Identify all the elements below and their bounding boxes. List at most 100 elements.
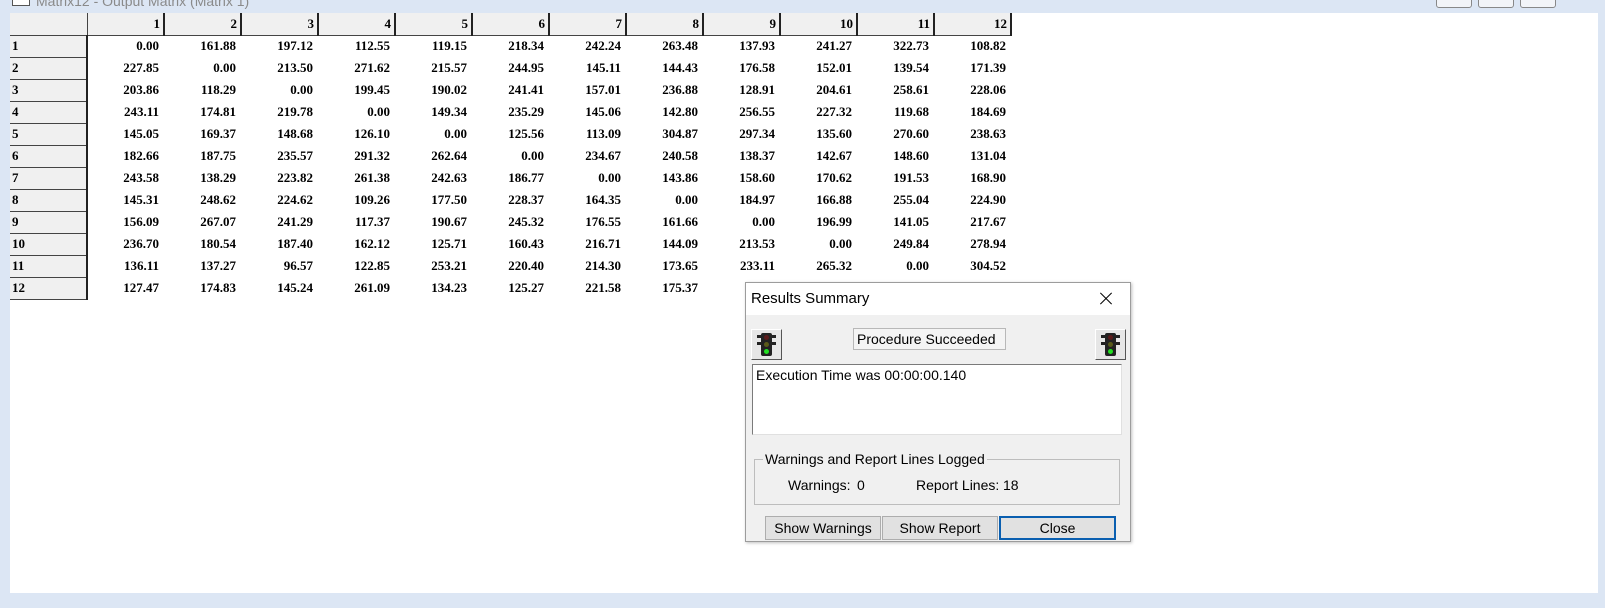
matrix-cell[interactable]: 265.32: [780, 255, 857, 277]
matrix-cell[interactable]: 218.34: [472, 35, 549, 57]
matrix-cell[interactable]: 184.69: [934, 101, 1011, 123]
matrix-cell[interactable]: 197.12: [241, 35, 318, 57]
matrix-cell[interactable]: 0.00: [395, 123, 472, 145]
matrix-cell[interactable]: 0.00: [780, 233, 857, 255]
close-button[interactable]: Close: [999, 516, 1116, 540]
matrix-cell[interactable]: 113.09: [549, 123, 626, 145]
matrix-cell[interactable]: 142.67: [780, 145, 857, 167]
matrix-cell[interactable]: 253.21: [395, 255, 472, 277]
matrix-cell[interactable]: 166.88: [780, 189, 857, 211]
matrix-cell[interactable]: 158.60: [703, 167, 780, 189]
matrix-cell[interactable]: 297.34: [703, 123, 780, 145]
matrix-cell[interactable]: 190.02: [395, 79, 472, 101]
matrix-cell[interactable]: 248.62: [164, 189, 241, 211]
matrix-cell[interactable]: 304.52: [934, 255, 1011, 277]
matrix-cell[interactable]: 156.09: [87, 211, 164, 233]
row-header[interactable]: 4: [10, 101, 88, 124]
matrix-cell[interactable]: 304.87: [626, 123, 703, 145]
matrix-cell[interactable]: 267.07: [164, 211, 241, 233]
matrix-cell[interactable]: 215.57: [395, 57, 472, 79]
matrix-cell[interactable]: 261.38: [318, 167, 395, 189]
window-close-button[interactable]: [1520, 0, 1556, 8]
matrix-cell[interactable]: 238.63: [934, 123, 1011, 145]
matrix-cell[interactable]: 0.00: [703, 211, 780, 233]
matrix-cell[interactable]: 180.54: [164, 233, 241, 255]
matrix-cell[interactable]: 203.86: [87, 79, 164, 101]
matrix-cell[interactable]: 243.11: [87, 101, 164, 123]
matrix-cell[interactable]: 221.58: [549, 277, 626, 299]
matrix-cell[interactable]: 0.00: [626, 189, 703, 211]
row-header[interactable]: 6: [10, 145, 88, 168]
matrix-cell[interactable]: 127.47: [87, 277, 164, 299]
matrix-cell[interactable]: 243.58: [87, 167, 164, 189]
matrix-cell[interactable]: 242.24: [549, 35, 626, 57]
matrix-cell[interactable]: 236.70: [87, 233, 164, 255]
matrix-cell[interactable]: 145.24: [241, 277, 318, 299]
matrix-cell[interactable]: 244.95: [472, 57, 549, 79]
maximize-button[interactable]: [1478, 0, 1514, 8]
matrix-cell[interactable]: 145.05: [87, 123, 164, 145]
matrix-cell[interactable]: 135.60: [780, 123, 857, 145]
matrix-cell[interactable]: 143.86: [626, 167, 703, 189]
matrix-cell[interactable]: 182.66: [87, 145, 164, 167]
matrix-cell[interactable]: 0.00: [241, 79, 318, 101]
matrix-cell[interactable]: 134.23: [395, 277, 472, 299]
column-header[interactable]: 2: [164, 13, 242, 36]
matrix-cell[interactable]: 173.65: [626, 255, 703, 277]
matrix-cell[interactable]: 122.85: [318, 255, 395, 277]
matrix-cell[interactable]: 190.67: [395, 211, 472, 233]
matrix-cell[interactable]: 220.40: [472, 255, 549, 277]
matrix-cell[interactable]: 322.73: [857, 35, 934, 57]
matrix-cell[interactable]: 177.50: [395, 189, 472, 211]
matrix-cell[interactable]: 0.00: [472, 145, 549, 167]
matrix-cell[interactable]: 187.40: [241, 233, 318, 255]
matrix-cell[interactable]: 219.78: [241, 101, 318, 123]
matrix-cell[interactable]: 174.83: [164, 277, 241, 299]
matrix-cell[interactable]: 125.71: [395, 233, 472, 255]
matrix-cell[interactable]: 119.68: [857, 101, 934, 123]
matrix-cell[interactable]: 278.94: [934, 233, 1011, 255]
dialog-close-icon[interactable]: [1094, 289, 1118, 309]
column-header[interactable]: 9: [703, 13, 781, 36]
matrix-cell[interactable]: 145.11: [549, 57, 626, 79]
matrix-cell[interactable]: 157.01: [549, 79, 626, 101]
matrix-cell[interactable]: 263.48: [626, 35, 703, 57]
column-header[interactable]: 10: [780, 13, 858, 36]
matrix-cell[interactable]: 160.43: [472, 233, 549, 255]
matrix-cell[interactable]: 228.37: [472, 189, 549, 211]
matrix-cell[interactable]: 131.04: [934, 145, 1011, 167]
row-header[interactable]: 3: [10, 79, 88, 102]
matrix-cell[interactable]: 228.06: [934, 79, 1011, 101]
matrix-cell[interactable]: 262.64: [395, 145, 472, 167]
matrix-cell[interactable]: 258.61: [857, 79, 934, 101]
matrix-cell[interactable]: 171.39: [934, 57, 1011, 79]
matrix-cell[interactable]: 148.68: [241, 123, 318, 145]
matrix-cell[interactable]: 137.27: [164, 255, 241, 277]
matrix-cell[interactable]: 112.55: [318, 35, 395, 57]
matrix-cell[interactable]: 224.62: [241, 189, 318, 211]
matrix-cell[interactable]: 216.71: [549, 233, 626, 255]
show-report-button[interactable]: Show Report: [882, 516, 998, 540]
matrix-cell[interactable]: 0.00: [164, 57, 241, 79]
row-header[interactable]: 2: [10, 57, 88, 80]
row-header[interactable]: 10: [10, 233, 88, 256]
matrix-cell[interactable]: 145.31: [87, 189, 164, 211]
minimize-button[interactable]: [1436, 0, 1472, 8]
matrix-cell[interactable]: 235.57: [241, 145, 318, 167]
matrix-cell[interactable]: 174.81: [164, 101, 241, 123]
column-header[interactable]: 4: [318, 13, 396, 36]
matrix-cell[interactable]: 126.10: [318, 123, 395, 145]
matrix-cell[interactable]: 108.82: [934, 35, 1011, 57]
matrix-cell[interactable]: 152.01: [780, 57, 857, 79]
column-header[interactable]: 5: [395, 13, 473, 36]
matrix-cell[interactable]: 136.11: [87, 255, 164, 277]
matrix-cell[interactable]: 227.32: [780, 101, 857, 123]
matrix-cell[interactable]: 204.61: [780, 79, 857, 101]
matrix-cell[interactable]: 245.32: [472, 211, 549, 233]
matrix-cell[interactable]: 0.00: [549, 167, 626, 189]
matrix-cell[interactable]: 227.85: [87, 57, 164, 79]
column-header[interactable]: 6: [472, 13, 550, 36]
matrix-cell[interactable]: 196.99: [780, 211, 857, 233]
matrix-cell[interactable]: 109.26: [318, 189, 395, 211]
show-warnings-button[interactable]: Show Warnings: [765, 516, 881, 540]
